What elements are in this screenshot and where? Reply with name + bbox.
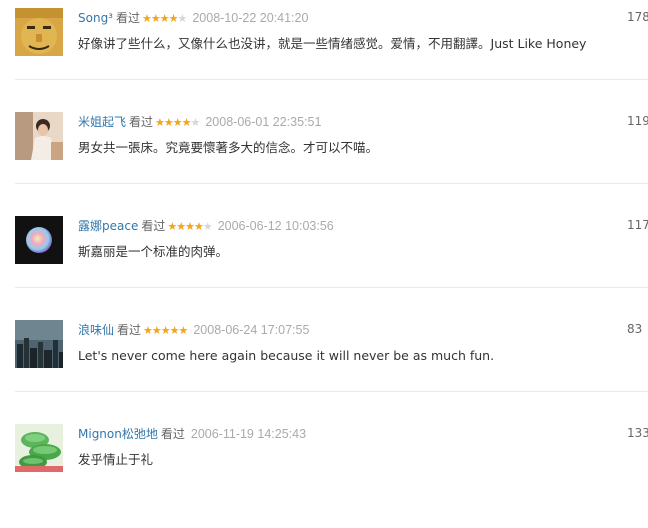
username-link[interactable]: Mignon松弛地 [78,427,158,441]
comment-header: 浪味仙 看过 ★★★★★ 2008-06-24 17:07:55 [78,322,309,339]
vote-count: 117 [627,218,648,232]
username-link[interactable]: 米姐起飞 [78,115,126,129]
vote-count: 133 [627,426,648,440]
vote-count: 119 [627,114,648,128]
divider [15,79,648,80]
rating-stars: ★★★★★ [167,220,212,233]
divider [15,391,648,392]
comment-time: 2008-06-24 17:07:55 [193,323,310,337]
username-link[interactable]: Song³ [78,11,113,25]
comment-time: 2006-11-19 14:25:43 [190,427,307,441]
watch-status: 看过 [129,115,154,129]
watch-status: 看过 [141,219,166,233]
username-link[interactable]: 浪味仙 [78,323,114,337]
comment-time: 2006-06-12 10:03:56 [217,219,334,233]
rating-stars: ★★★★★ [142,12,187,25]
divider [15,183,648,184]
comment-item: 露娜peace 看过 ★★★★★ 2006-06-12 10:03:56 117 斯嘉… [0,216,648,320]
rating-stars: ★★★★★ [143,324,188,337]
avatar[interactable] [15,320,63,368]
comment-text: 斯嘉丽是一个标准的肉弹。 [78,244,229,259]
divider [15,287,648,288]
comment-item: 米姐起飞 看过 ★★★★★ 2008-06-01 22:35:51 119 男女共一張… [0,112,648,216]
comment-time: 2008-06-01 22:35:51 [205,115,322,129]
vote-count: 83 [627,322,643,336]
avatar[interactable] [15,8,63,56]
comment-header: 露娜peace 看过 ★★★★★ 2006-06-12 10:03:56 [78,218,334,235]
comment-time: 2008-10-22 20:41:20 [192,11,309,25]
comment-header: Song³ 看过 ★★★★★ 2008-10-22 20:41:20 [78,10,308,27]
comment-header: 米姐起飞 看过 ★★★★★ 2008-06-01 22:35:51 [78,114,321,131]
comment-text: 发乎情止于礼 [78,452,154,467]
rating-stars: ★★★★★ [155,116,200,129]
comment-text: Let's never come here again because it w… [78,348,495,363]
comment-text: 好像讲了些什么，又像什么也没讲，就是一些情绪感觉。爱情，不用翻譯。Just Li… [78,36,587,51]
avatar[interactable] [15,216,63,264]
avatar[interactable] [15,424,63,472]
comment-header: Mignon松弛地 看过 2006-11-19 14:25:43 [78,426,306,442]
comment-item: Song³ 看过 ★★★★★ 2008-10-22 20:41:20 178 好像讲了… [0,8,648,112]
avatar[interactable] [15,112,63,160]
watch-status: 看过 [117,323,142,337]
watch-status: 看过 [160,427,185,441]
comment-item: 浪味仙 看过 ★★★★★ 2008-06-24 17:07:55 83 Let's n… [0,320,648,424]
comment-item: Mignon松弛地 看过 2006-11-19 14:25:43 133 发乎情止于… [0,424,648,528]
comment-text: 男女共一張床。究竟要懷著多大的信念。才可以不喵。 [78,140,379,155]
username-link[interactable]: 露娜peace [78,219,138,233]
watch-status: 看过 [116,11,141,25]
vote-count: 178 [627,10,648,24]
